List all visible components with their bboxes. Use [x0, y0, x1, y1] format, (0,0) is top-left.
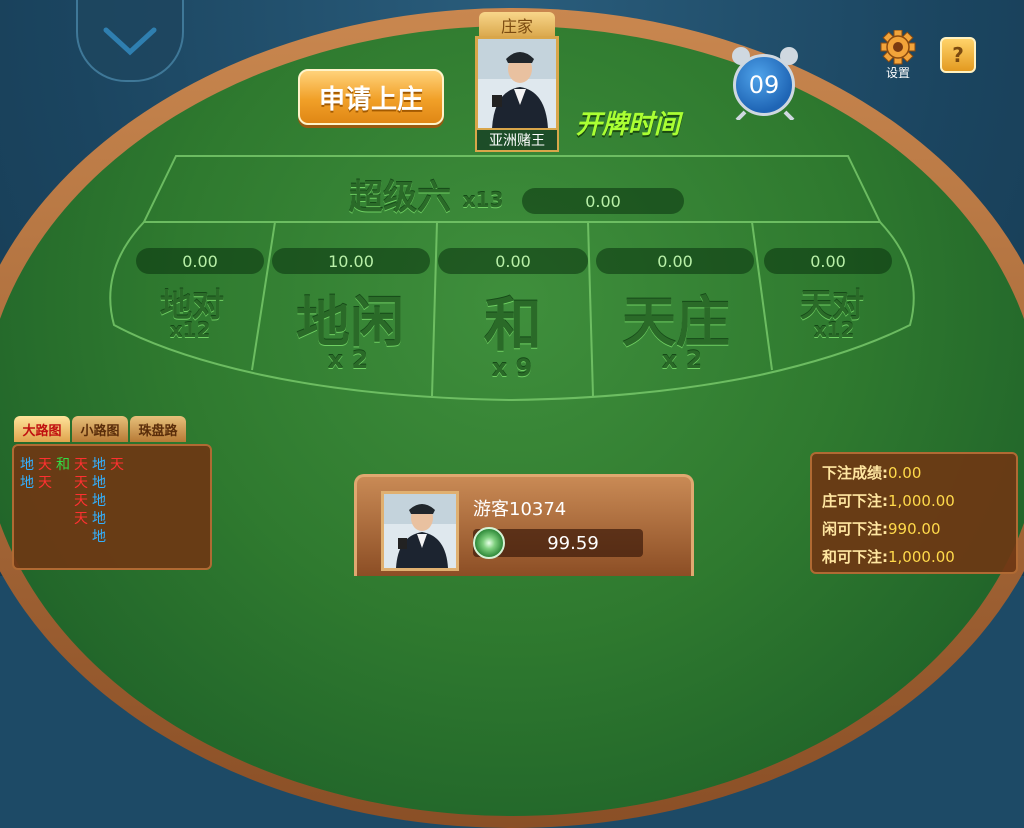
- player-balance: 99.59: [473, 527, 643, 559]
- road-column: 天天: [36, 456, 54, 492]
- tab-bead-road[interactable]: 珠盘路: [130, 416, 186, 442]
- settings-button[interactable]: 设置: [876, 29, 920, 82]
- countdown-label: 开牌时间: [576, 110, 681, 140]
- bet-zone-tie[interactable]: 0.00 和 x 9: [436, 232, 590, 396]
- road-column: 和: [54, 456, 72, 474]
- di-pair-amount: 0.00: [136, 248, 264, 274]
- road-cell: 地: [92, 529, 106, 545]
- tian-zhuang-multiplier: x 2: [661, 346, 703, 374]
- road-column: 地地地地地: [90, 456, 108, 546]
- bet-zone-di-xian[interactable]: 10.00 地闲 x 2: [268, 232, 432, 392]
- banker-avatar: [475, 36, 559, 132]
- di-xian-multiplier: x 2: [327, 346, 369, 374]
- road-column: 地地: [18, 456, 36, 492]
- bet-limits-panel: 下注成绩:0.00 庄可下注:1,000.00 闲可下注:990.00 和可下注…: [810, 452, 1018, 574]
- road-cell: 天: [110, 457, 124, 473]
- stat-label: 下注成绩:: [822, 464, 888, 482]
- help-button[interactable]: ?: [940, 37, 976, 73]
- stat-row-player-limit: 闲可下注:990.00: [822, 518, 941, 539]
- player-avatar: [381, 491, 459, 571]
- road-cell: 和: [56, 457, 70, 473]
- chip-icon: [473, 527, 505, 559]
- player-balance-value: 99.59: [547, 532, 599, 554]
- tian-pair-amount: 0.00: [764, 248, 892, 274]
- di-xian-amount: 10.00: [272, 248, 430, 274]
- road-column: 天天天天: [72, 456, 90, 528]
- countdown-clock: 09: [727, 42, 803, 120]
- road-cell: 地: [92, 457, 106, 473]
- road-map-tabs: 大路图 小路图 珠盘路: [14, 416, 186, 442]
- stat-value: 1,000.00: [888, 492, 955, 510]
- road-cell: 天: [74, 475, 88, 491]
- countdown-value: 09: [733, 54, 795, 116]
- road-cell: 地: [92, 475, 106, 491]
- stat-row-banker-limit: 庄可下注:1,000.00: [822, 490, 955, 511]
- banker-card: 庄家 亚洲赌王: [475, 12, 559, 152]
- tie-label: 和: [483, 291, 542, 359]
- stat-row-bet-result: 下注成绩:0.00: [822, 462, 921, 483]
- bet-zone-di-pair[interactable]: 0.00 地对 x12: [120, 232, 270, 352]
- stat-value: 990.00: [888, 520, 941, 538]
- tie-amount: 0.00: [438, 248, 588, 274]
- road-cell: 天: [38, 457, 52, 473]
- road-cell: 天: [38, 475, 52, 491]
- stat-value: 0.00: [888, 464, 922, 482]
- super-six-amount: 0.00: [522, 188, 684, 214]
- banker-tag: 庄家: [479, 12, 555, 38]
- bet-zone-super-six[interactable]: 超级六 x13 0.00: [176, 160, 848, 220]
- road-cell: 天: [74, 511, 88, 527]
- tab-big-road[interactable]: 大路图: [14, 416, 70, 442]
- road-map-panel: 地地天天和天天天天地地地地地天: [12, 444, 212, 570]
- road-column: 天: [108, 456, 126, 474]
- stat-label: 庄可下注:: [822, 492, 888, 510]
- stat-label: 和可下注:: [822, 548, 888, 566]
- bet-zone-tian-pair[interactable]: 0.00 天对 x12: [760, 232, 894, 352]
- tab-small-road[interactable]: 小路图: [72, 416, 128, 442]
- apply-banker-button[interactable]: 申请上庄: [298, 69, 444, 125]
- chevron-down-icon: [103, 27, 157, 56]
- stat-row-tie-limit: 和可下注:1,000.00: [822, 546, 955, 567]
- road-cell: 地: [92, 511, 106, 527]
- banker-name: 亚洲赌王: [475, 128, 559, 152]
- road-cell: 天: [74, 457, 88, 473]
- stat-value: 1,000.00: [888, 548, 955, 566]
- settings-label: 设置: [885, 66, 910, 80]
- gear-icon: [880, 29, 916, 65]
- road-cell: 天: [74, 493, 88, 509]
- road-cell: 地: [20, 475, 34, 491]
- tian-pair-multiplier: x12: [813, 318, 855, 342]
- bet-zone-tian-zhuang[interactable]: 0.00 天庄 x 2: [592, 232, 760, 392]
- super-six-label: 超级六: [349, 178, 451, 218]
- road-cell: 地: [20, 457, 34, 473]
- stat-label: 闲可下注:: [822, 520, 888, 538]
- di-pair-multiplier: x12: [169, 318, 211, 342]
- player-panel: 游客10374 99.59: [354, 474, 694, 576]
- super-six-multiplier: x13: [462, 188, 504, 212]
- tian-zhuang-amount: 0.00: [596, 248, 754, 274]
- tie-multiplier: x 9: [491, 354, 533, 382]
- road-cell: 地: [92, 493, 106, 509]
- player-name: 游客10374: [473, 499, 567, 520]
